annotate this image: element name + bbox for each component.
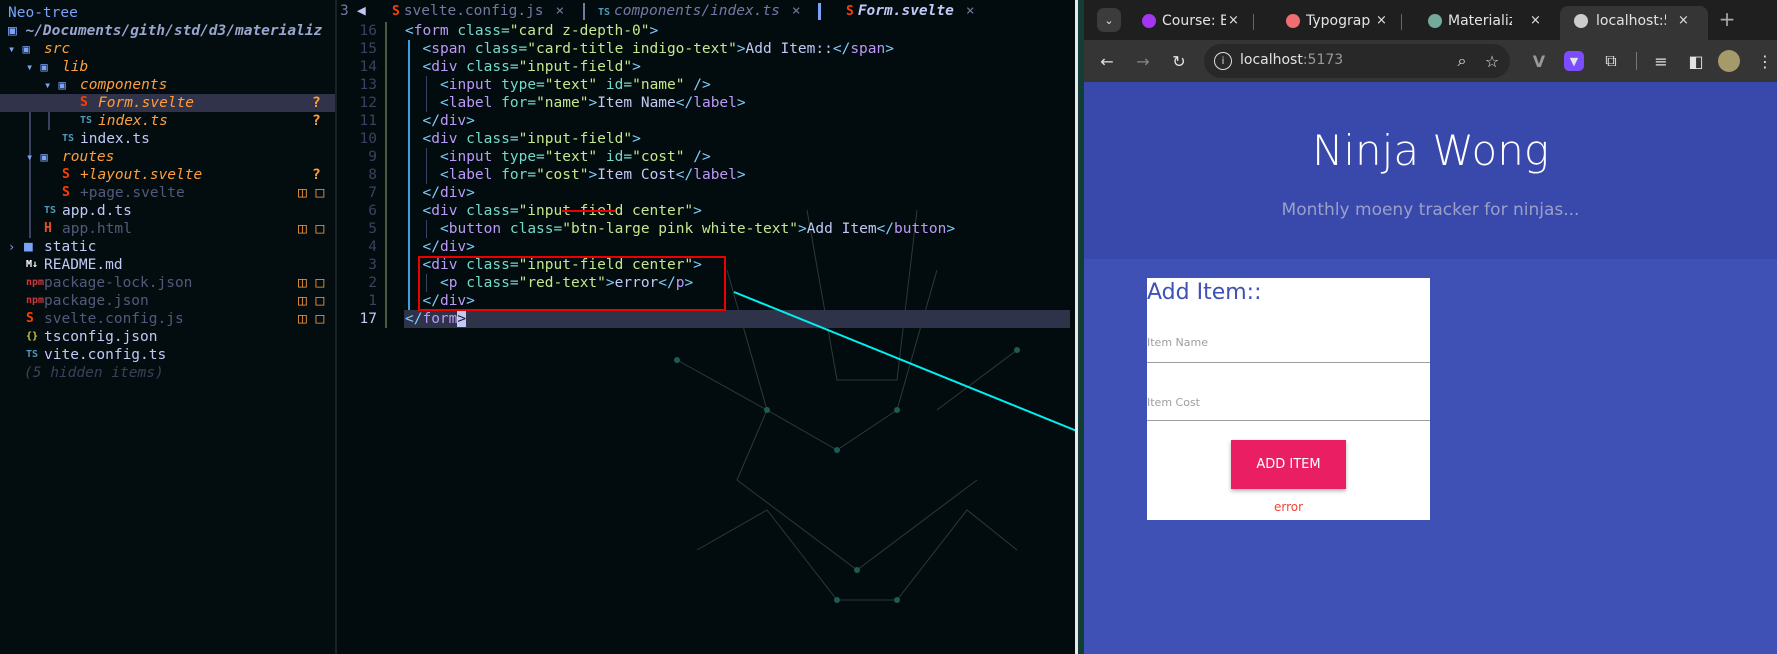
udemy-icon [1142, 14, 1156, 28]
browser-tab-label: Course: Bu [1162, 13, 1226, 29]
add-item-button[interactable]: ADD ITEM [1231, 440, 1346, 489]
bookmark-star-icon[interactable]: ☆ [1482, 51, 1502, 71]
browser-tab[interactable]: Materialize × [1420, 6, 1550, 40]
browser-tab[interactable]: Typography × [1278, 6, 1402, 40]
back-button[interactable]: ← [1096, 50, 1118, 72]
item-name-label: Item Name [1147, 336, 1208, 349]
browser-tab[interactable]: localhost:5 × [1560, 6, 1708, 40]
vue-devtools-extension-icon[interactable]: V [1528, 50, 1550, 72]
address-bar[interactable]: i localhost:5173 ⌕ ☆ [1204, 44, 1510, 78]
add-item-form-card: Add Item:: Item Name Item Cost ADD ITEM … [1147, 278, 1430, 520]
browser-toolbar: ← → ↻ i localhost:5173 ⌕ ☆ V ▼ ⧉ ≡ ◧ ⋮ [1084, 40, 1777, 82]
browser-tab-label: Typography [1306, 13, 1370, 29]
browser-tab-label: Materialize [1448, 13, 1512, 29]
url-host: localhost [1240, 52, 1303, 68]
tab-separator [1401, 14, 1402, 30]
menu-kebab-icon[interactable]: ⋮ [1757, 50, 1773, 72]
tab-close-icon[interactable]: × [1678, 6, 1689, 36]
extensions-puzzle-icon[interactable]: ⧉ [1600, 50, 1622, 72]
page-subtitle: Monthly moeny tracker for ninjas... [1281, 200, 1580, 220]
url-text[interactable]: localhost:5173 [1240, 52, 1343, 68]
toolbar-separator [1636, 52, 1637, 70]
item-name-input[interactable]: Item Name [1147, 334, 1430, 363]
tab-separator [1253, 14, 1254, 30]
new-tab-button[interactable]: + [1716, 7, 1738, 31]
extension-icon[interactable]: ▼ [1564, 51, 1584, 71]
svelte-icon [1574, 14, 1588, 28]
browser-tab[interactable]: Course: Bu× [1134, 6, 1254, 40]
tab-strip: ⌄ Course: Bu×Typography×Materialize×loca… [1084, 0, 1777, 40]
browser-tab-label: localhost:5 [1596, 13, 1666, 29]
site-info-icon[interactable]: i [1214, 52, 1232, 70]
item-cost-input[interactable]: Item Cost [1147, 392, 1430, 421]
profile-avatar[interactable] [1718, 50, 1740, 72]
side-panel-icon[interactable]: ◧ [1685, 50, 1707, 72]
reload-button[interactable]: ↻ [1168, 50, 1190, 72]
tab-close-icon[interactable]: × [1228, 6, 1239, 36]
chatgpt-icon [1428, 14, 1442, 28]
tab-close-icon[interactable]: × [1376, 6, 1387, 36]
page-title: Ninja Wong [1311, 126, 1550, 175]
materialize-icon [1286, 14, 1300, 28]
tab-search-chevron-icon[interactable]: ⌄ [1097, 8, 1121, 32]
browser-window: ⌄ Course: Bu×Typography×Materialize×loca… [1084, 0, 1777, 654]
media-controls-icon[interactable]: ≡ [1650, 50, 1672, 72]
page-header: Ninja Wong Monthly moeny tracker for nin… [1084, 82, 1777, 259]
error-text: error [1273, 500, 1304, 514]
forward-button[interactable]: → [1132, 50, 1154, 72]
url-port: :5173 [1302, 52, 1344, 68]
zoom-icon[interactable]: ⌕ [1452, 51, 1472, 71]
item-cost-label: Item Cost [1147, 396, 1200, 409]
card-title: Add Item:: [1147, 280, 1262, 305]
tab-close-icon[interactable]: × [1530, 6, 1541, 36]
